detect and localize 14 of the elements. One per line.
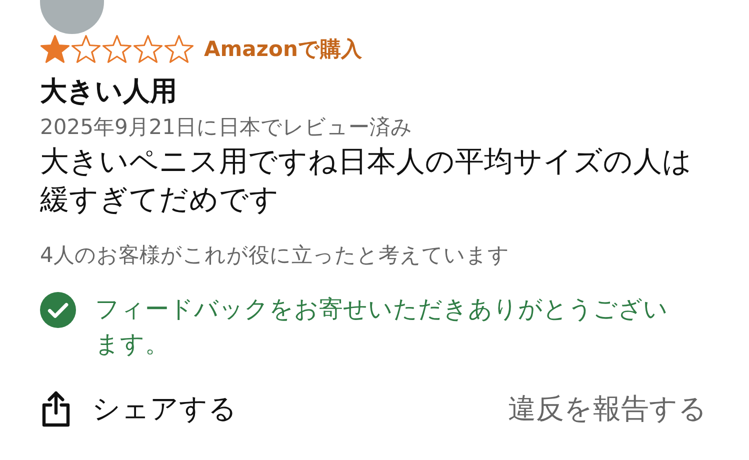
report-abuse-link[interactable]: 違反を報告する <box>508 390 707 428</box>
filled-star-icon <box>40 34 70 64</box>
review-title: 大きい人用 <box>40 75 178 109</box>
empty-star-icon <box>164 34 194 64</box>
check-icon <box>40 292 76 328</box>
share-icon <box>40 390 72 428</box>
empty-star-icon <box>102 34 132 64</box>
share-button[interactable]: シェアする <box>40 390 237 428</box>
empty-star-icon <box>133 34 163 64</box>
verified-purchase-label: Amazonで購入 <box>204 36 362 63</box>
feedback-message: フィードバックをお寄せいただきありがとうございます。 <box>95 294 669 360</box>
review-date: 2025年9月21日に日本でレビュー済み <box>40 114 414 141</box>
helpful-count: 4人のお客様がこれが役に立ったと考えています <box>40 242 510 269</box>
review-text: 大きいペニス用ですね日本人の平均サイズの人は緩すぎてだめです <box>40 143 693 218</box>
